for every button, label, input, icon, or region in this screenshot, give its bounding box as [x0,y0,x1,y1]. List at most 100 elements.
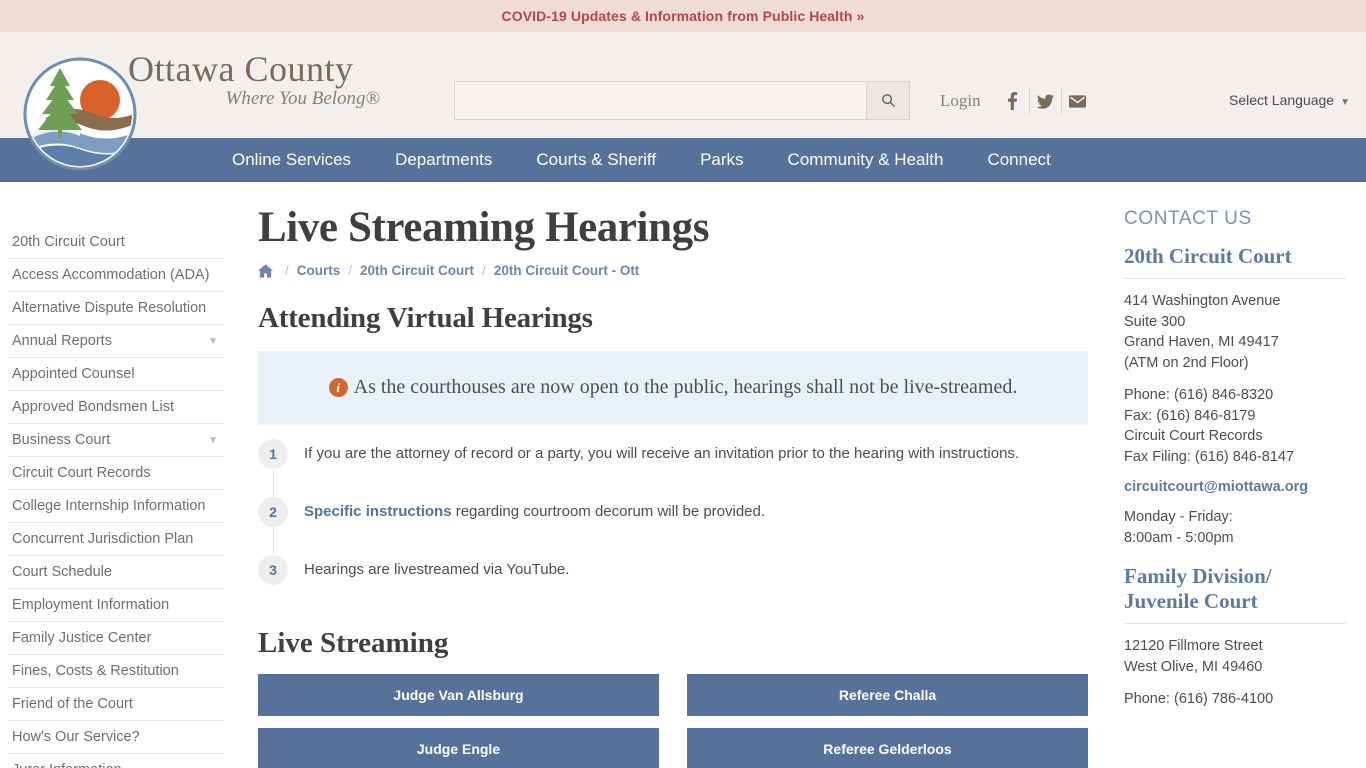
covid-banner: COVID-19 Updates & Information from Publ… [0,0,1366,32]
stream-button-referee-challa[interactable]: Referee Challa [687,674,1088,716]
nav-item-courts-sheriff[interactable]: Courts & Sheriff [536,138,656,182]
alert-banner: i As the courthouses are now open to the … [258,351,1088,425]
sidebar-item-appointed-counsel[interactable]: Appointed Counsel [8,358,224,391]
sidebar-item-friend-of-the-court[interactable]: Friend of the Court [8,688,224,721]
breadcrumb-separator: / [285,263,289,278]
contact-hours-20th-circuit-court: Monday - Friday: 8:00am - 5:00pm [1124,509,1234,546]
sidebar-item-label: Employment Information [12,597,170,613]
main-content: Live Streaming Hearings / Courts / 20th … [238,182,1110,768]
sidebar-item-business-court[interactable]: Business Court ▼ [8,424,224,457]
stream-button-referee-gelderloos[interactable]: Referee Gelderloos [687,728,1088,768]
live-streaming-buttons: Judge Van Allsburg Referee Challa Judge … [258,674,1088,768]
sidebar-item-juror-information[interactable]: Juror Information [8,754,224,768]
sidebar-item-label: Friend of the Court [12,696,133,712]
email-icon[interactable] [1060,88,1093,114]
sidebar-item-court-schedule[interactable]: Court Schedule [8,556,224,589]
sidebar-item-approved-bondsmen-list[interactable]: Approved Bondsmen List [8,391,224,424]
logo-tagline: Where You Belong® [225,88,380,109]
language-selector-label: Select Language [1229,92,1335,108]
search-button[interactable] [866,82,909,119]
sidebar-item-access-accommodation-ada[interactable]: Access Accommodation (ADA) [8,259,224,292]
contact-address-family-division: 12120 Fillmore Street West Olive, MI 494… [1124,638,1263,675]
contact-email-link[interactable]: circuitcourt@miottawa.org [1124,479,1346,495]
step-connector [273,469,274,497]
alert-text-wrap: i As the courthouses are now open to the … [288,371,1058,403]
nav-item-online-services[interactable]: Online Services [232,138,351,182]
nav-item-departments[interactable]: Departments [395,138,492,182]
sidebar-item-family-justice-center[interactable]: Family Justice Center [8,622,224,655]
step-text: If you are the attorney of record or a p… [304,445,1020,462]
sidebar-item-label: How's Our Service? [12,729,140,745]
step-number: 1 [258,439,288,469]
sidebar-item-label: College Internship Information [12,498,206,514]
sidebar-item-alternative-dispute-resolution[interactable]: Alternative Dispute Resolution [8,292,224,325]
stream-button-judge-van-allsburg[interactable]: Judge Van Allsburg [258,674,659,716]
sidebar-item-concurrent-jurisdiction-plan[interactable]: Concurrent Jurisdiction Plan [8,523,224,556]
chevron-down-icon: ▼ [1340,97,1350,108]
sidebar-item-label: Court Schedule [12,564,112,580]
logo-title: Ottawa County [128,49,354,89]
chevron-down-icon[interactable]: ▼ [208,435,218,446]
section-heading-live-streaming: Live Streaming [258,627,449,659]
contact-heading-family-division-juvenile-court: Family Division/ Juvenile Court [1124,564,1346,624]
home-icon[interactable] [258,263,273,278]
step-item: 1 If you are the attorney of record or a… [258,439,1088,497]
site-search [454,81,910,120]
page-body: 20th Circuit Court Access Accommodation … [0,182,1366,768]
step-text: Specific instructions regarding courtroo… [304,497,765,522]
sidebar-item-label: Access Accommodation (ADA) [12,267,210,283]
breadcrumb-item-current[interactable]: 20th Circuit Court - Ott [494,263,640,278]
sidebar-item-label: Annual Reports [12,333,112,349]
sidebar-item-label: Family Justice Center [12,630,152,646]
info-icon: i [328,378,348,397]
sidebar-item-label: Juror Information [12,761,122,768]
language-selector[interactable]: Select Language ▼ [1229,92,1350,108]
contact-us-heading: CONTACT US [1124,208,1252,229]
sidebar-item-circuit-court-records[interactable]: Circuit Court Records [8,457,224,490]
alert-message: As the courthouses are now open to the p… [353,376,1018,398]
step-number: 2 [258,497,288,527]
breadcrumb: / Courts / 20th Circuit Court / 20th Cir… [258,263,1088,278]
sidebar-item-label: Alternative Dispute Resolution [12,300,207,316]
breadcrumb-item-20th-circuit-court[interactable]: 20th Circuit Court [360,263,474,278]
sidebar-item-college-internship-information[interactable]: College Internship Information [8,490,224,523]
steps-list: 1 If you are the attorney of record or a… [258,439,1088,613]
header-utilities: Login [940,87,1093,115]
main-navigation: Online Services Departments Courts & She… [0,138,1366,182]
sidebar-item-annual-reports[interactable]: Annual Reports ▼ [8,325,224,358]
sidebar-item-hows-our-service[interactable]: How's Our Service? [8,721,224,754]
sidebar-item-label: Fines, Costs & Restitution [12,663,179,679]
sidebar-item-20th-circuit-court[interactable]: 20th Circuit Court [8,226,224,259]
sidebar-item-label: Concurrent Jurisdiction Plan [12,531,194,547]
facebook-icon[interactable] [997,88,1029,114]
step-connector [273,527,274,555]
ottawa-county-seal-icon [23,57,137,171]
nav-item-connect[interactable]: Connect [987,138,1050,182]
stream-button-judge-engle[interactable]: Judge Engle [258,728,659,768]
search-input[interactable] [455,82,866,119]
social-links [997,88,1093,114]
covid-banner-link[interactable]: COVID-19 Updates & Information from Publ… [502,8,865,24]
step-number: 3 [258,555,288,585]
section-heading-attending-virtual-hearings: Attending Virtual Hearings [258,302,593,334]
nav-item-community-health[interactable]: Community & Health [788,138,944,182]
contact-phones-family-division: Phone: (616) 786-4100 [1124,691,1274,707]
twitter-icon[interactable] [1028,88,1061,114]
step-text-rest: regarding courtroom decorum will be prov… [451,503,766,520]
sidebar-item-label: Circuit Court Records [12,465,151,481]
page-title: Live Streaming Hearings [258,204,710,251]
breadcrumb-item-courts[interactable]: Courts [297,263,341,278]
contact-sidebar: CONTACT US 20th Circuit Court 414 Washin… [1110,182,1366,768]
login-link[interactable]: Login [940,91,981,111]
nav-item-parks[interactable]: Parks [700,138,743,182]
step-text: Hearings are livestreamed via YouTube. [304,561,570,578]
sidebar-item-employment-information[interactable]: Employment Information [8,589,224,622]
county-logo[interactable] [22,56,138,172]
specific-instructions-link[interactable]: Specific instructions [304,503,452,520]
sidebar-item-fines-costs-restitution[interactable]: Fines, Costs & Restitution [8,655,224,688]
contact-address-20th-circuit-court: 414 Washington Avenue Suite 300 Grand Ha… [1124,293,1281,371]
step-item: 2 Specific instructions regarding courtr… [258,497,1088,555]
sidebar-item-label: Appointed Counsel [12,366,135,382]
chevron-down-icon[interactable]: ▼ [208,336,218,347]
contact-heading-20th-circuit-court: 20th Circuit Court [1124,244,1346,279]
